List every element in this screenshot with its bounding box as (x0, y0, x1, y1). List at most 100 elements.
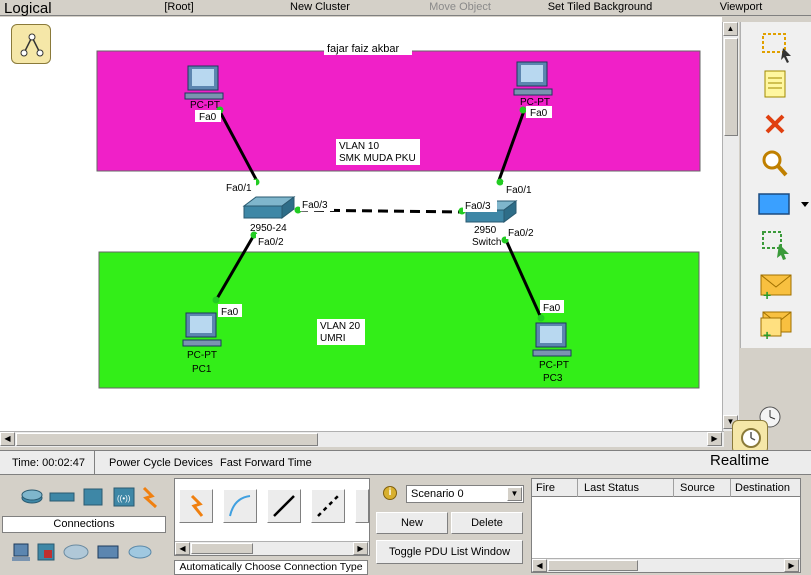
pc-top-left[interactable] (184, 65, 224, 100)
wan-emulation-category-icon[interactable] (63, 544, 89, 560)
delete-scenario-button[interactable]: Delete (451, 512, 523, 534)
viewport-button[interactable]: Viewport (710, 0, 772, 15)
switch-left-port-right: Fa0/3 (302, 200, 328, 211)
tool-palette: + + (740, 22, 811, 348)
new-scenario-button[interactable]: New (376, 512, 448, 534)
add-complex-pdu-icon[interactable]: + (753, 306, 797, 344)
svg-text:+: + (763, 287, 771, 303)
pc-top-left-label: PC-PT (190, 100, 220, 111)
scroll-left-icon[interactable]: ◀ (532, 559, 547, 572)
switch-right-label-1: 2950 (474, 225, 497, 236)
vlan20-label-1: VLAN 20 (320, 321, 360, 332)
inspect-tool-icon[interactable] (753, 144, 797, 182)
switch-left-label: 2950-24 (250, 223, 287, 234)
vertical-scroll-thumb[interactable] (724, 38, 738, 136)
info-icon[interactable]: i (383, 486, 397, 500)
switch-right-port-down: Fa0/2 (508, 228, 534, 239)
logical-workspace[interactable]: fajar faiz akbar VLAN 10 SMK MUDA PKU VL… (0, 17, 722, 431)
status-bar: Time: 00:02:47 Power Cycle Devices Fast … (0, 450, 811, 475)
switch-left[interactable] (242, 196, 296, 219)
device-category-icons: ((•)) (10, 484, 160, 510)
chevron-down-icon[interactable]: ▼ (507, 487, 522, 501)
select-tool-icon[interactable] (753, 26, 797, 64)
pc-top-right[interactable] (513, 61, 553, 96)
auto-connection-icon[interactable] (179, 489, 213, 523)
connection-type-panel: ◀ ▶ (174, 478, 370, 556)
custom-devices-category-icon[interactable] (97, 545, 119, 559)
delete-tool-icon[interactable] (753, 106, 797, 144)
pc1-label-2: PC1 (192, 364, 212, 375)
connection-type-label: Automatically Choose Connection Type (174, 560, 368, 575)
title-note: fajar faiz akbar (327, 43, 399, 55)
crossover-cable-icon[interactable] (311, 489, 345, 523)
root-button[interactable]: [Root] (150, 0, 208, 15)
scroll-up-icon[interactable]: ▲ (723, 22, 738, 36)
pc3-port: Fa0 (543, 303, 561, 314)
pc3-label-2: PC3 (543, 373, 563, 384)
toggle-pdu-list-button[interactable]: Toggle PDU List Window (376, 540, 523, 564)
column-header-last-status[interactable]: Last Status (578, 479, 674, 497)
add-simple-pdu-icon[interactable]: + (753, 266, 797, 304)
network-topology: fajar faiz akbar VLAN 10 SMK MUDA PKU VL… (96, 41, 701, 389)
device-subcategory-icons (10, 540, 160, 564)
move-object-button[interactable]: Move Object (420, 0, 500, 15)
logical-label: Logical (4, 0, 52, 17)
console-cable-icon[interactable] (223, 489, 257, 523)
connection-scroll-thumb[interactable] (191, 543, 253, 554)
switches-category-icon[interactable] (49, 492, 75, 502)
scroll-right-icon[interactable]: ▶ (707, 432, 722, 446)
connection-scrollbar[interactable]: ◀ ▶ (175, 541, 369, 555)
pdu-list-table: Fire Last Status Source Destination ◀ ▶ (531, 478, 801, 573)
workspace-vertical-scrollbar[interactable]: ▲ ▼ (722, 22, 739, 431)
pc3[interactable] (532, 322, 572, 357)
device-category-label: Connections (2, 516, 166, 533)
connections-category-icon[interactable] (142, 486, 158, 509)
pc3-label-1: PC-PT (539, 360, 569, 371)
workspace-horizontal-scrollbar[interactable]: ◀ ▶ (0, 431, 724, 447)
new-cluster-button[interactable]: New Cluster (280, 0, 360, 15)
svg-text:+: + (763, 327, 771, 343)
scroll-right-icon[interactable]: ▶ (784, 559, 799, 572)
more-cables-icon[interactable] (355, 489, 369, 523)
wireless-category-icon[interactable]: ((•)) (113, 487, 135, 507)
fast-forward-time-button[interactable]: Fast Forward Time (220, 457, 312, 469)
vlan10-label-2: SMK MUDA PKU (339, 153, 416, 164)
pc1[interactable] (182, 312, 222, 347)
column-header-source[interactable]: Source (674, 479, 731, 497)
switch-left-port-up: Fa0/1 (226, 183, 252, 194)
scenario-select[interactable]: Scenario 0 ▼ (406, 485, 524, 503)
draw-rectangle-tool-icon[interactable] (753, 184, 811, 222)
pdu-table-scrollbar[interactable]: ◀ ▶ (532, 558, 800, 572)
pc1-label-1: PC-PT (187, 350, 217, 361)
power-cycle-devices-button[interactable]: Power Cycle Devices (109, 457, 213, 469)
realtime-mode-icon[interactable] (732, 420, 768, 454)
pdu-scroll-thumb[interactable] (548, 560, 638, 571)
logical-view-icon[interactable] (11, 24, 51, 64)
straight-through-cable-icon[interactable] (267, 489, 301, 523)
status-divider (94, 451, 95, 474)
scroll-left-icon[interactable]: ◀ (175, 542, 190, 555)
switch-right-label-2: Switch (472, 237, 501, 248)
svg-text:((•)): ((•)) (117, 494, 131, 503)
time-display: Time: 00:02:47 (12, 457, 85, 469)
scroll-left-icon[interactable]: ◀ (0, 432, 15, 446)
scenario-select-value: Scenario 0 (411, 488, 464, 500)
vlan20-label-2: UMRI (320, 333, 346, 344)
resize-shape-tool-icon[interactable] (753, 224, 797, 262)
hubs-category-icon[interactable] (83, 488, 103, 506)
end-devices-category-icon[interactable] (12, 543, 30, 561)
note-tool-icon[interactable] (753, 66, 797, 104)
logical-tab[interactable]: Logical (0, 0, 58, 64)
pc-top-left-port: Fa0 (199, 112, 217, 123)
realtime-label: Realtime (710, 452, 770, 469)
security-category-icon[interactable] (37, 543, 55, 561)
routers-category-icon[interactable] (21, 489, 43, 504)
multiuser-category-icon[interactable] (128, 545, 152, 559)
scroll-right-icon[interactable]: ▶ (353, 542, 368, 555)
switch-left-port-down: Fa0/2 (258, 237, 284, 248)
set-tiled-background-button[interactable]: Set Tiled Background (540, 0, 660, 15)
horizontal-scroll-thumb[interactable] (16, 433, 318, 446)
pc-top-right-port: Fa0 (530, 108, 548, 119)
column-header-destination[interactable]: Destination (731, 479, 800, 497)
column-header-fire[interactable]: Fire (532, 479, 578, 497)
